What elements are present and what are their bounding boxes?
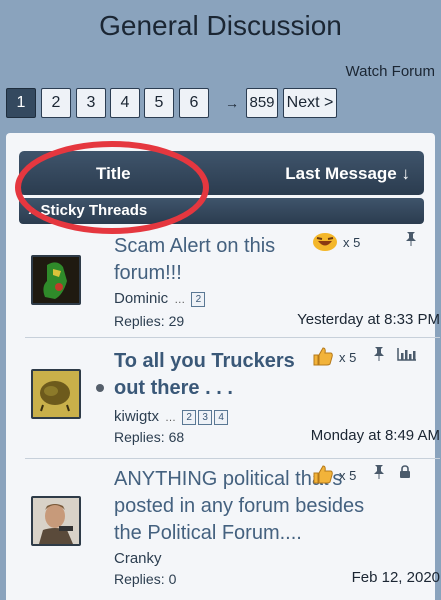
replies-value: 29 <box>168 313 185 329</box>
thread-page-2-link[interactable]: 2 <box>191 291 206 307</box>
author-link[interactable]: Dominic <box>114 290 168 307</box>
last-message-time[interactable]: Feb 12, 2020 <box>352 569 440 586</box>
pin-icon <box>405 231 417 251</box>
reaction-count: x 5 <box>343 234 361 250</box>
replies-label: Replies: <box>114 429 165 445</box>
thumbs-up-icon <box>312 347 339 370</box>
thread-author: Dominic … 2 <box>114 290 206 307</box>
thread-author: Cranky <box>114 550 162 567</box>
reaction-summary[interactable]: x 5 <box>312 346 356 371</box>
page-title: General Discussion <box>99 10 342 41</box>
last-message-column-header[interactable]: Last Message ↓ <box>285 164 410 184</box>
page-1-button[interactable]: 1 <box>6 88 36 118</box>
reaction-count: x 5 <box>339 349 357 365</box>
author-link[interactable]: Cranky <box>114 550 162 567</box>
thread-title-link[interactable]: Scam Alert on this forum!!! <box>114 233 324 287</box>
row-divider <box>25 337 440 338</box>
pager-dots: … <box>165 412 177 424</box>
thread-page-3-link[interactable]: 3 <box>198 409 213 425</box>
title-column-header[interactable]: Title <box>96 164 131 184</box>
replies-label: Replies: <box>114 313 165 329</box>
next-page-button[interactable]: Next > <box>283 88 337 118</box>
thread-page-4-link[interactable]: 4 <box>214 409 229 425</box>
thread-row: Scam Alert on this forum!!! x 5 Dominic …… <box>25 231 440 343</box>
replies-count: Replies: 29 <box>114 313 184 329</box>
replies-value: 68 <box>168 429 185 445</box>
pager-arrow-icon: → <box>225 95 239 111</box>
replies-count: Replies: 68 <box>114 429 184 445</box>
sticky-threads-header[interactable]: » Sticky Threads <box>19 198 424 224</box>
thread-row: ANYTHING political that's posted in any … <box>25 464 440 596</box>
pin-icon <box>373 464 385 484</box>
page-6-button[interactable]: 6 <box>179 88 209 118</box>
page-2-button[interactable]: 2 <box>41 88 71 118</box>
reaction-summary[interactable]: x 5 <box>312 231 360 256</box>
thread-author: kiwigtx … 234 <box>114 408 229 425</box>
pin-icon <box>373 346 385 366</box>
unread-indicator <box>96 384 104 392</box>
pager-dots: … <box>174 294 186 306</box>
avatar[interactable] <box>31 255 81 305</box>
page-4-button[interactable]: 4 <box>110 88 140 118</box>
author-link[interactable]: kiwigtx <box>114 408 159 425</box>
replies-count: Replies: 0 <box>114 571 176 587</box>
reaction-count: x 5 <box>339 467 357 483</box>
last-message-time[interactable]: Monday at 8:49 AM <box>311 427 440 444</box>
thread-title-link[interactable]: To all you Truckers out there . . . <box>114 348 304 402</box>
thumbs-up-icon <box>312 465 339 488</box>
page-5-button[interactable]: 5 <box>144 88 174 118</box>
replies-label: Replies: <box>114 571 165 587</box>
lock-icon <box>399 465 411 483</box>
watch-forum-link[interactable]: Watch Forum <box>346 63 435 80</box>
laughing-emoji-icon <box>312 233 343 255</box>
reaction-summary[interactable]: x 5 <box>312 464 356 489</box>
avatar[interactable] <box>31 496 81 546</box>
poll-chart-icon <box>397 347 417 365</box>
avatar[interactable] <box>31 369 81 419</box>
thread-page-2-link[interactable]: 2 <box>182 409 197 425</box>
row-divider <box>25 458 440 459</box>
table-header: Title Last Message ↓ <box>19 151 424 195</box>
thread-row: To all you Truckers out there . . . x 5 … <box>25 346 440 463</box>
page-3-button[interactable]: 3 <box>76 88 106 118</box>
replies-value: 0 <box>168 571 177 587</box>
last-message-time[interactable]: Yesterday at 8:33 PM <box>297 311 440 328</box>
thread-list-panel: Title Last Message ↓ » Sticky Threads Sc… <box>6 133 440 600</box>
page-last-button[interactable]: 859 <box>246 88 278 118</box>
